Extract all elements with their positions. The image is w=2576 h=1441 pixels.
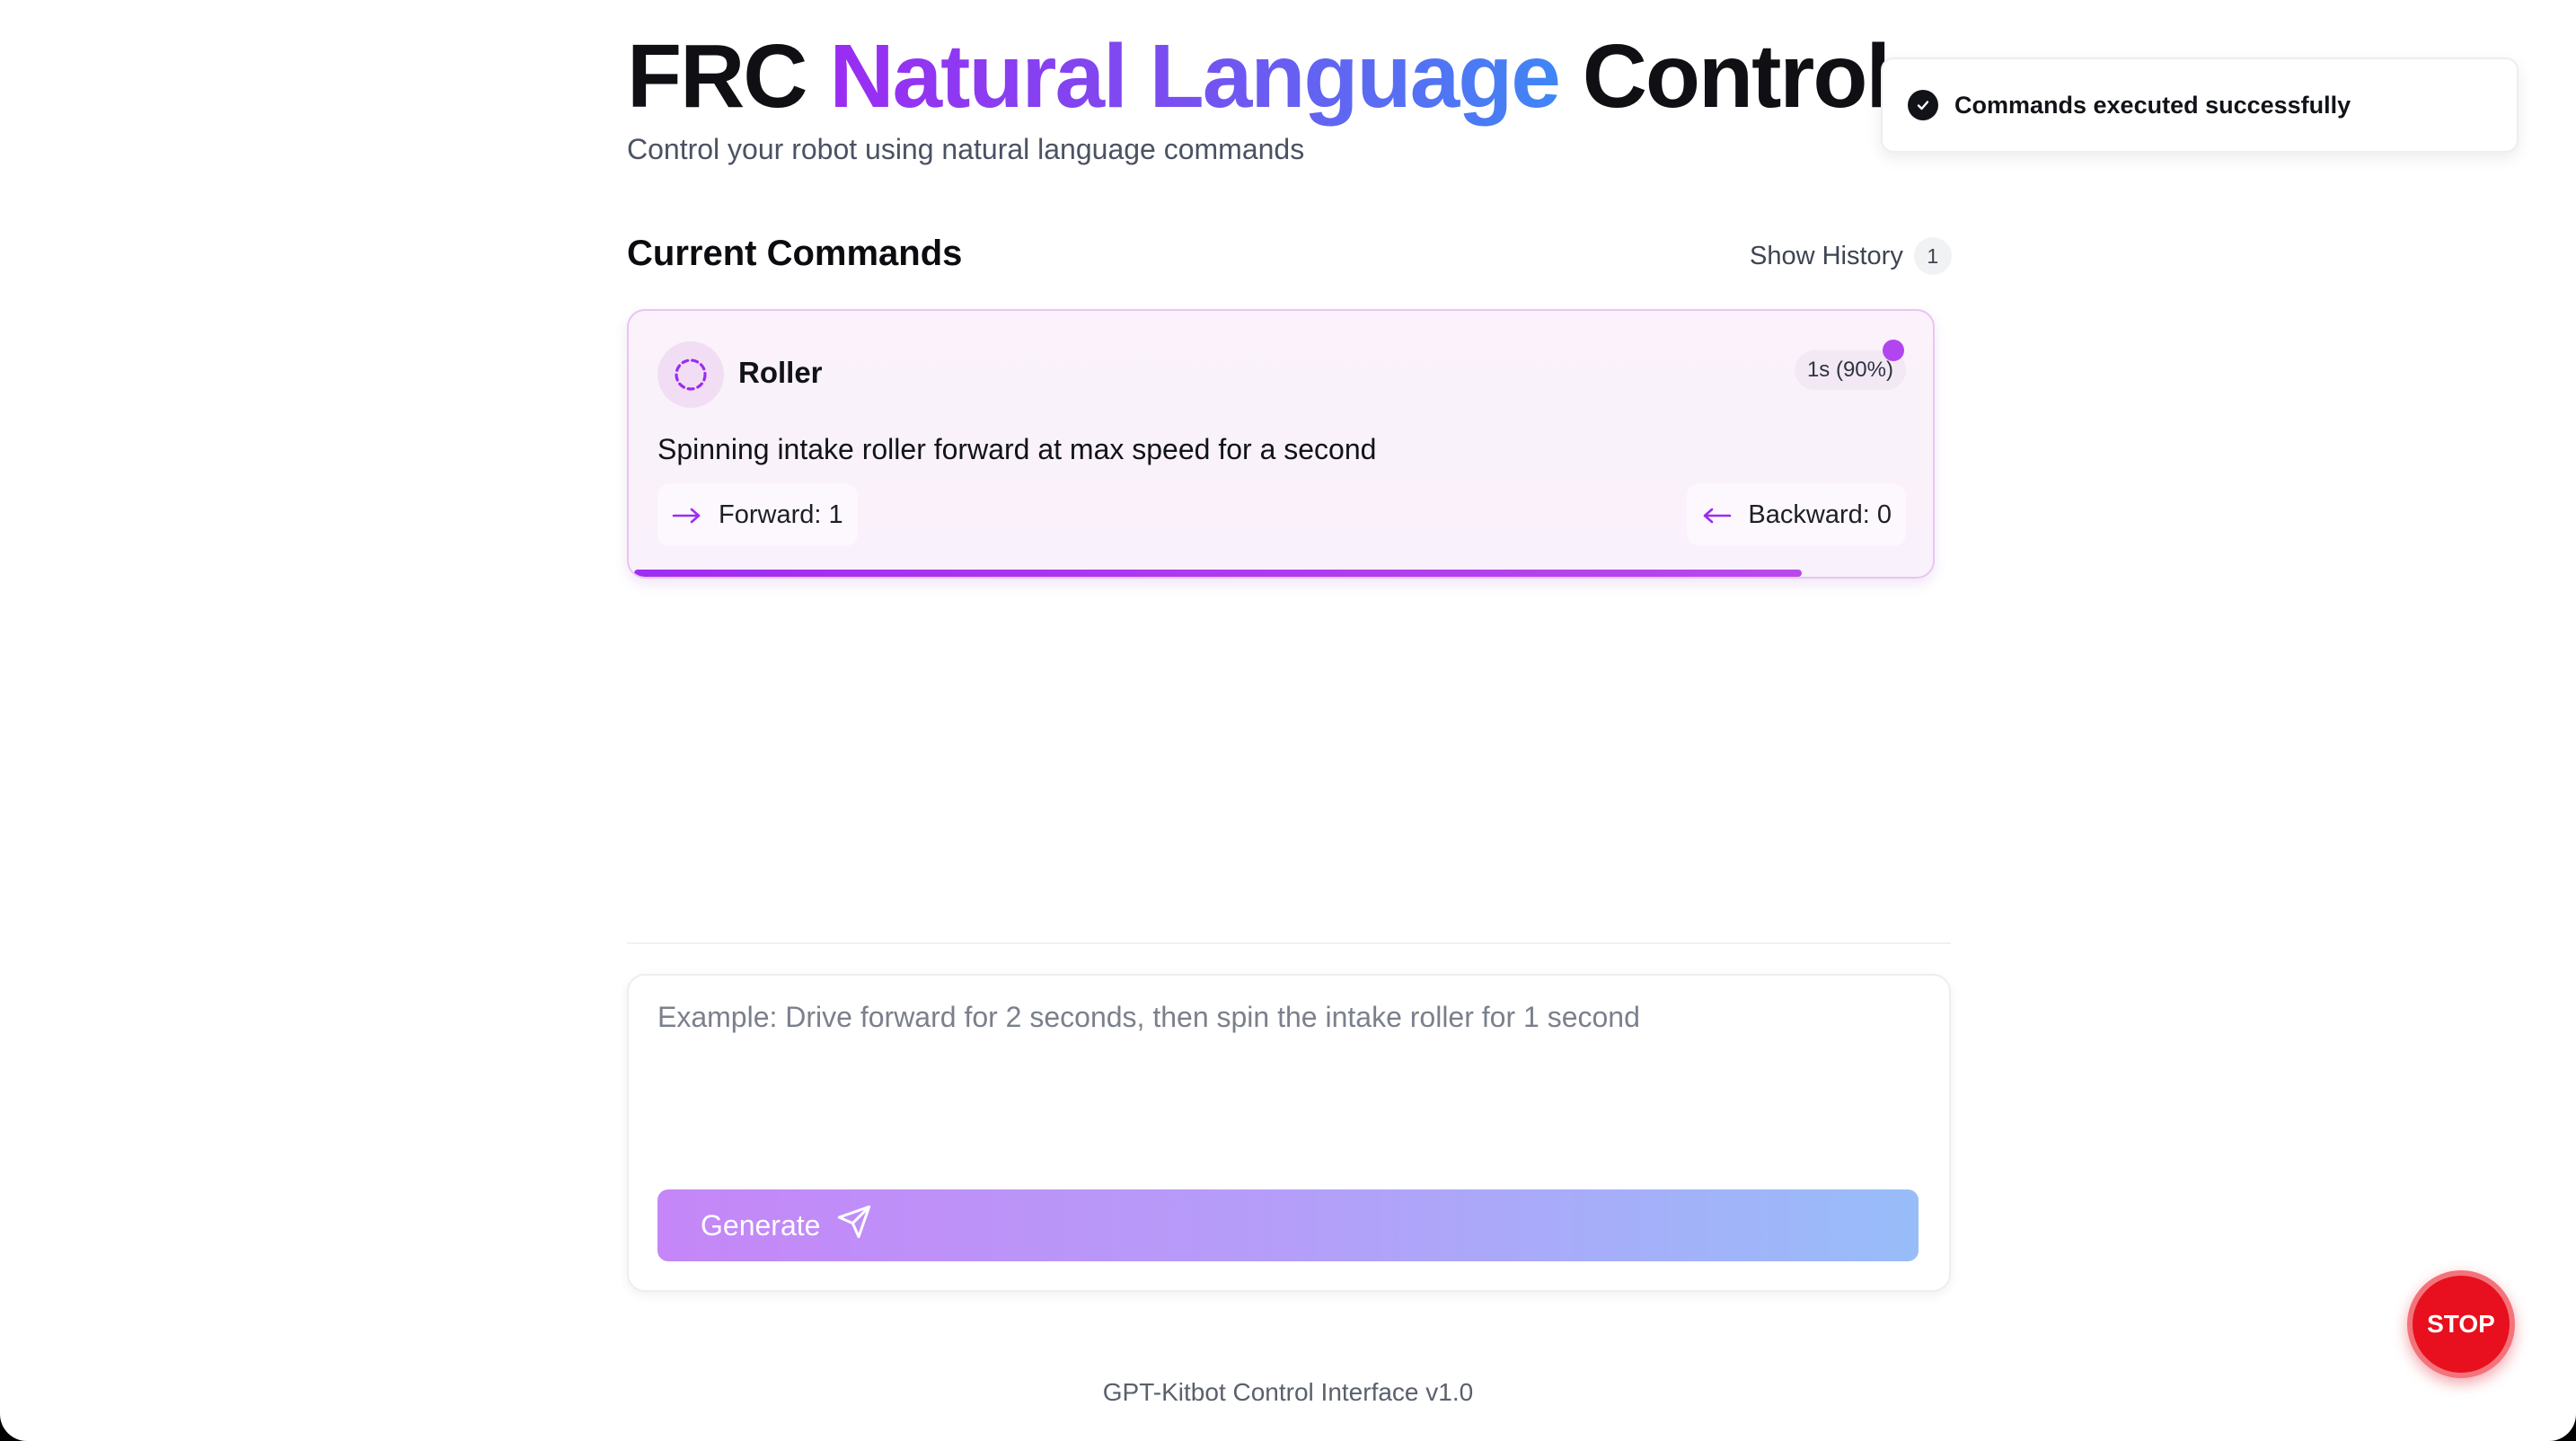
- command-input[interactable]: [657, 1001, 1915, 1136]
- backward-value-label: Backward: 0: [1748, 499, 1892, 529]
- send-icon: [836, 1204, 872, 1247]
- command-progress-fill: [634, 570, 1802, 577]
- footer-text: GPT-Kitbot Control Interface v1.0: [1102, 1378, 1474, 1406]
- stop-label: STOP: [2427, 1310, 2495, 1338]
- forward-value-chip: Forward: 1: [657, 483, 858, 546]
- title-highlight: Natural Language: [829, 26, 1561, 127]
- page-subtitle: Control your robot using natural languag…: [627, 133, 1305, 165]
- command-name: Roller: [738, 356, 823, 389]
- success-toast: Commands executed successfully: [1881, 57, 2519, 153]
- command-description: Spinning intake roller forward at max sp…: [657, 433, 1377, 465]
- arrow-left-icon: [1701, 499, 1732, 530]
- command-progress-bar: [634, 570, 1931, 577]
- app-page: FRC Natural Language Control Control you…: [0, 0, 2576, 1441]
- history-count-badge: 1: [1913, 237, 1952, 275]
- section-divider: [627, 942, 1951, 944]
- title-part-frc: FRC: [627, 26, 808, 127]
- show-history-label: Show History: [1750, 241, 1903, 270]
- generate-button[interactable]: Generate: [657, 1189, 1919, 1261]
- command-card: Roller 1s (90%) Spinning intake roller f…: [627, 309, 1935, 579]
- generate-label: Generate: [701, 1208, 821, 1242]
- arrow-right-icon: [672, 499, 702, 530]
- current-commands-heading: Current Commands: [627, 234, 963, 273]
- active-status-dot: [1883, 340, 1904, 361]
- command-input-card: Generate: [627, 974, 1951, 1292]
- toast-message: Commands executed successfully: [1954, 91, 2351, 119]
- backward-value-chip: Backward: 0: [1687, 483, 1906, 546]
- show-history-button[interactable]: Show History 1: [1750, 237, 1952, 275]
- forward-value-label: Forward: 1: [719, 499, 843, 529]
- check-circle-icon: [1908, 90, 1938, 120]
- emergency-stop-button[interactable]: STOP: [2407, 1270, 2515, 1378]
- title-part-control: Control: [1582, 26, 1891, 127]
- loader-dashed-circle-icon: [657, 341, 724, 408]
- page-title: FRC Natural Language Control: [627, 26, 1891, 127]
